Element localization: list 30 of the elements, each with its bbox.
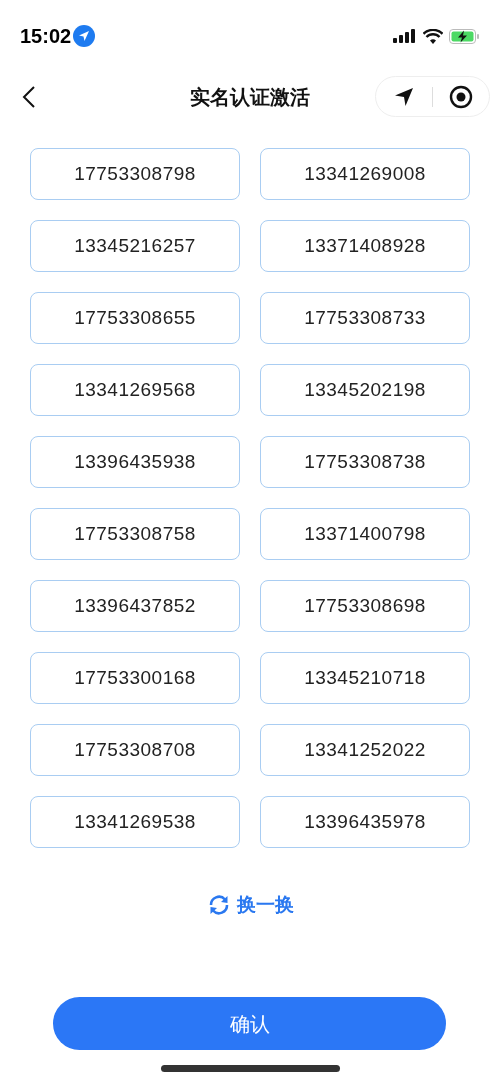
phone-number-option[interactable]: 13345202198 xyxy=(260,364,470,416)
phone-number-option[interactable]: 17753308698 xyxy=(260,580,470,632)
phone-number-option[interactable]: 17753308733 xyxy=(260,292,470,344)
battery-charging-icon xyxy=(449,28,480,44)
status-time: 15:02 xyxy=(20,24,72,49)
phone-number-option[interactable]: 13396435978 xyxy=(260,796,470,848)
back-icon[interactable] xyxy=(22,85,36,109)
phone-number-option[interactable]: 13341269538 xyxy=(30,796,240,848)
phone-number-option[interactable]: 17753300168 xyxy=(30,652,240,704)
phone-number-option[interactable]: 13396435938 xyxy=(30,436,240,488)
phone-number-option[interactable]: 13341269568 xyxy=(30,364,240,416)
confirm-button[interactable]: 确认 xyxy=(53,997,446,1050)
phone-number-option[interactable]: 13371408928 xyxy=(260,220,470,272)
phone-number-option[interactable]: 13345210718 xyxy=(260,652,470,704)
refresh-button[interactable]: 换一换 xyxy=(206,891,294,920)
phone-number-option[interactable]: 13345216257 xyxy=(30,220,240,272)
phone-number-option[interactable]: 17753308758 xyxy=(30,508,240,560)
signal-icon xyxy=(393,29,417,43)
phone-number-option[interactable]: 13341252022 xyxy=(260,724,470,776)
phone-number-option[interactable]: 17753308798 xyxy=(30,148,240,200)
phone-number-option[interactable]: 13396437852 xyxy=(30,580,240,632)
navigation-arrow-icon[interactable] xyxy=(393,85,415,108)
phone-number-option[interactable]: 17753308655 xyxy=(30,292,240,344)
page-title: 实名认证激活 xyxy=(190,85,310,110)
phone-number-option[interactable]: 17753308708 xyxy=(30,724,240,776)
wifi-icon xyxy=(423,28,443,44)
phone-number-option[interactable]: 13371400798 xyxy=(260,508,470,560)
close-target-icon[interactable] xyxy=(449,84,473,109)
phone-number-option[interactable]: 17753308738 xyxy=(260,436,470,488)
phone-number-option[interactable]: 13341269008 xyxy=(260,148,470,200)
